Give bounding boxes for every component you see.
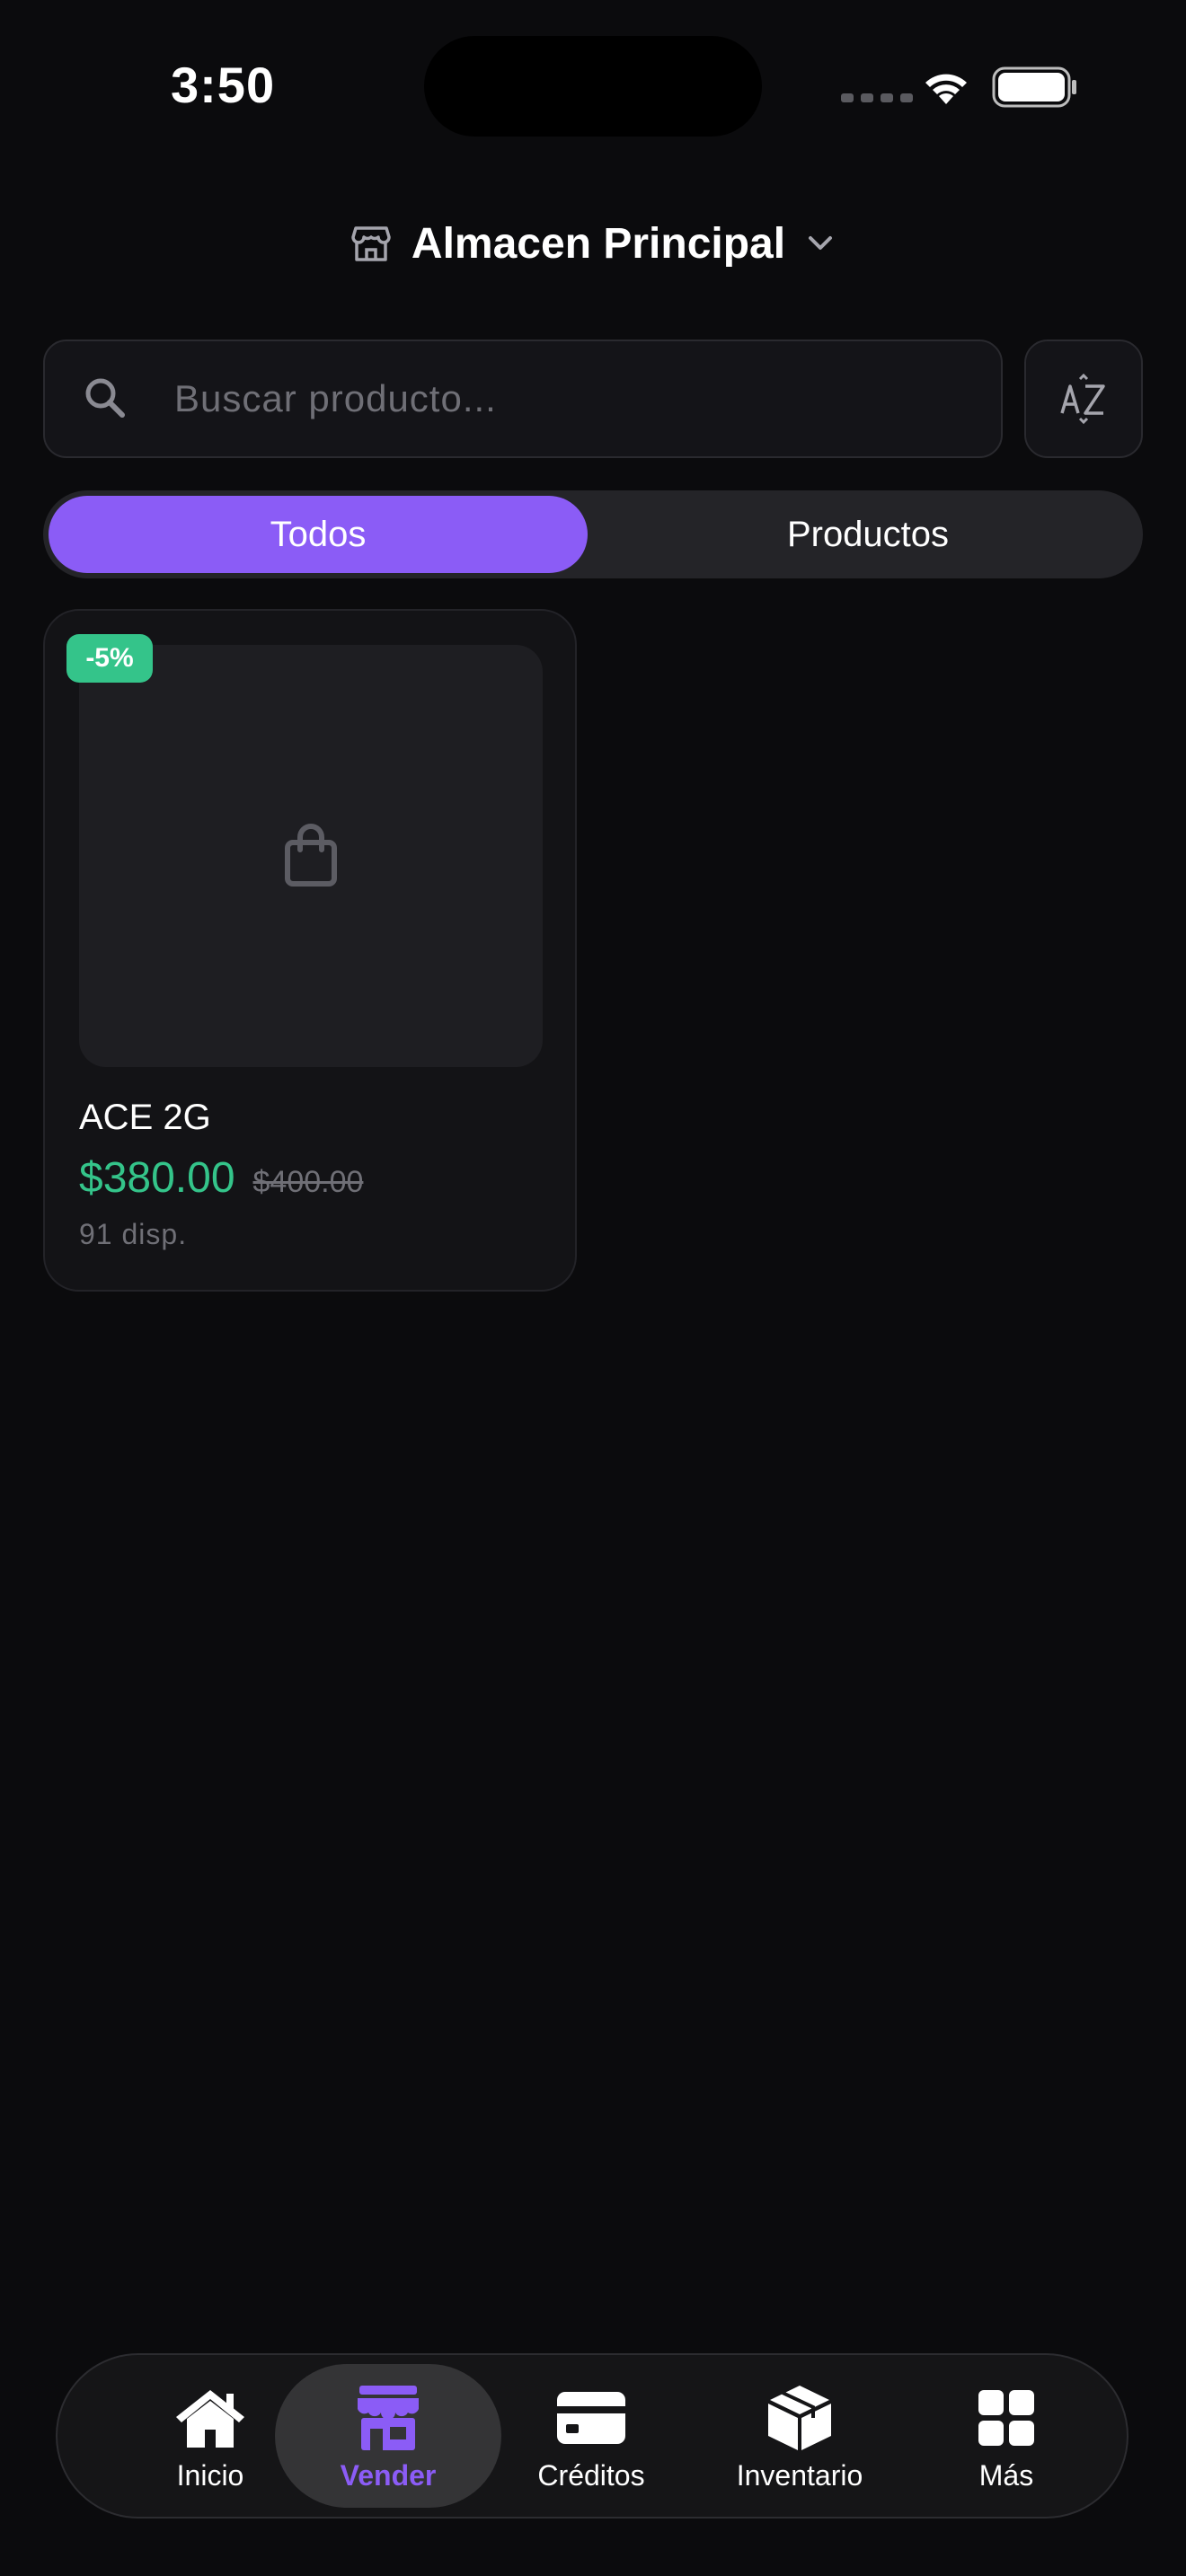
nav-item-inventario[interactable]: Inventario (701, 2364, 898, 2508)
nav-item-mas[interactable]: Más (907, 2364, 1105, 2508)
product-card[interactable]: -5% ACE 2G $380.00 $400.00 91 disp. (43, 609, 577, 1292)
tab-todos[interactable]: Todos (49, 496, 588, 573)
store-selector[interactable]: Almacen Principal (0, 212, 1186, 275)
home-icon (176, 2390, 244, 2448)
storefront-icon (358, 2386, 419, 2450)
discount-badge: -5% (66, 634, 153, 683)
nav-label-inicio: Inicio (176, 2459, 244, 2492)
nav-label-vender: Vender (340, 2459, 437, 2492)
search-input[interactable] (174, 341, 965, 456)
nav-item-vender[interactable]: Vender (275, 2364, 501, 2508)
bottom-nav: Inicio Vender Créditos Inventario Más (56, 2353, 1128, 2519)
product-stock: 91 disp. (79, 1218, 188, 1250)
price-row: $380.00 $400.00 (79, 1153, 363, 1203)
cellular-signal-icon (841, 93, 913, 102)
search-icon (85, 378, 125, 418)
nav-label-creditos: Créditos (537, 2459, 645, 2492)
wifi-icon (925, 74, 967, 104)
battery-icon (992, 66, 1076, 108)
product-image (79, 645, 543, 1067)
shopping-bag-icon (285, 824, 337, 887)
product-name: ACE 2G (79, 1098, 211, 1137)
filter-tabs: Todos Productos (43, 490, 1143, 578)
sort-button[interactable] (1024, 340, 1143, 458)
box-icon (768, 2386, 831, 2450)
product-price: $380.00 (79, 1154, 235, 1202)
credit-card-icon (557, 2392, 625, 2444)
product-original-price: $400.00 (252, 1165, 364, 1199)
nav-item-creditos[interactable]: Créditos (492, 2364, 690, 2508)
nav-label-mas: Más (978, 2459, 1034, 2492)
store-icon (351, 226, 391, 261)
nav-label-inventario: Inventario (736, 2459, 863, 2492)
tab-productos[interactable]: Productos (598, 496, 1137, 573)
dynamic-island (424, 36, 762, 137)
screen: 3:50 Almacen Principal Buscar producto..… (0, 0, 1186, 2576)
store-name: Almacen Principal (411, 219, 786, 268)
sort-az-icon (1060, 373, 1105, 425)
chevron-down-icon (809, 236, 833, 250)
status-time: 3:50 (171, 57, 276, 113)
search-box (43, 340, 1003, 458)
grid-icon (978, 2390, 1034, 2446)
